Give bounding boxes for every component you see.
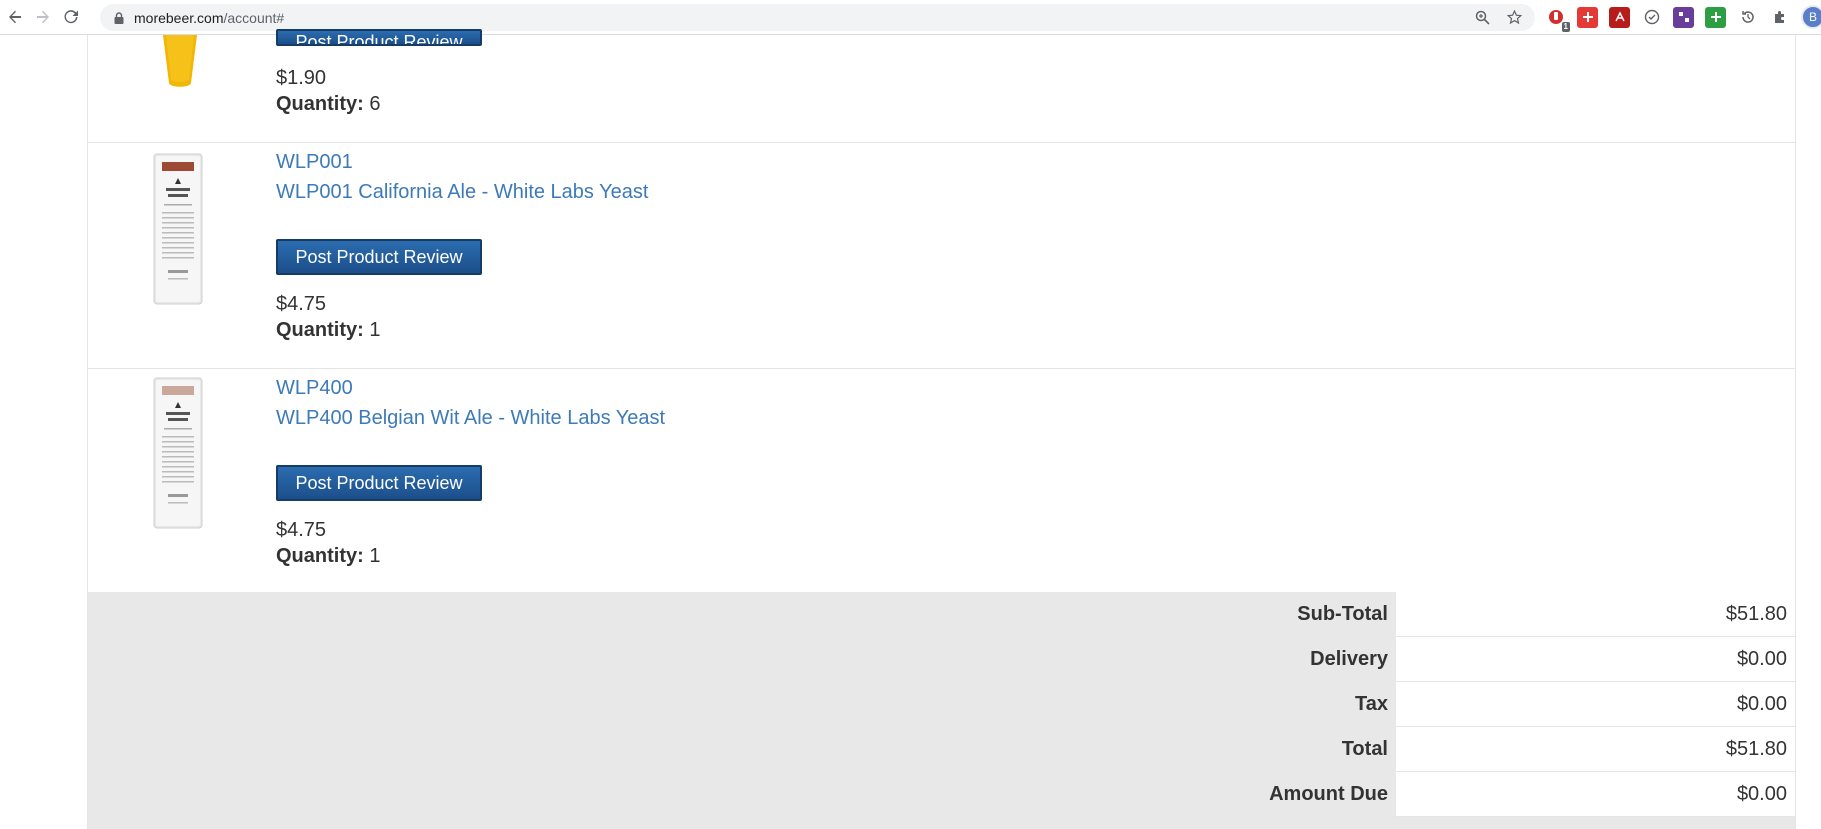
product-name-link[interactable]: WLP001 California Ale - White Labs Yeast <box>276 177 648 207</box>
post-review-button[interactable]: Post Product Review <box>276 465 482 501</box>
extension-badge: 1 <box>1561 21 1570 32</box>
url-host: morebeer.com <box>134 9 224 26</box>
delivery-label: Delivery <box>1310 648 1388 670</box>
extension-adblock-icon[interactable]: 1 <box>1545 6 1570 32</box>
item-quantity: Quantity: 1 <box>276 315 380 345</box>
extension-add-icon[interactable] <box>1705 6 1726 28</box>
total-row: Total $51.80 <box>88 727 1795 772</box>
reload-icon[interactable] <box>58 4 84 30</box>
zoom-icon[interactable] <box>1473 8 1491 26</box>
total-value: $51.80 <box>1396 727 1795 772</box>
profile-avatar[interactable]: B <box>1801 5 1821 29</box>
delivery-row: Delivery $0.00 <box>88 637 1795 682</box>
bookmark-star-icon[interactable] <box>1505 8 1523 26</box>
back-icon[interactable] <box>2 4 28 30</box>
post-review-label: Post Product Review <box>295 246 463 267</box>
tax-label: Tax <box>1355 693 1388 715</box>
lock-icon <box>112 11 126 25</box>
post-review-button[interactable]: Post Product Review <box>276 29 482 46</box>
extensions-puzzle-icon[interactable] <box>1769 6 1790 28</box>
extension-check-icon[interactable] <box>1641 6 1662 28</box>
tax-value: $0.00 <box>1396 682 1795 727</box>
extension-history-icon[interactable] <box>1737 6 1758 28</box>
tax-row: Tax $0.00 <box>88 682 1795 727</box>
extension-plus-icon[interactable] <box>1577 6 1598 28</box>
quantity-label: Quantity: <box>276 319 364 341</box>
order-item: WLP001 WLP001 California Ale - White Lab… <box>88 143 1795 369</box>
product-thumbnail[interactable] <box>163 35 197 95</box>
extension-pdf-icon[interactable] <box>1609 6 1630 28</box>
amount-due-value: $0.00 <box>1396 772 1795 817</box>
subtotal-label: Sub-Total <box>1297 603 1388 625</box>
forward-icon[interactable] <box>30 4 56 30</box>
subtotal-value: $51.80 <box>1396 592 1795 637</box>
url-text: morebeer.com/account# <box>134 10 284 26</box>
item-quantity: Quantity: 6 <box>276 89 380 119</box>
product-thumbnail[interactable] <box>150 152 206 313</box>
product-sku-link[interactable]: WLP001 <box>276 147 648 177</box>
subtotal-row: Sub-Total $51.80 <box>88 592 1795 637</box>
product-thumbnail[interactable] <box>150 376 206 537</box>
post-review-label: Post Product Review <box>295 32 463 46</box>
browser-toolbar: morebeer.com/account# 1 B <box>0 0 1821 35</box>
quantity-label: Quantity: <box>276 93 364 115</box>
order-details: Post Product Review $1.90 Quantity: 6 WL… <box>87 29 1796 829</box>
extension-grid-icon[interactable] <box>1673 6 1694 28</box>
order-item: Post Product Review $1.90 Quantity: 6 <box>88 29 1795 143</box>
amount-due-label: Amount Due <box>1269 783 1388 805</box>
quantity-value: 6 <box>369 93 381 115</box>
product-sku-link[interactable]: WLP400 <box>276 373 665 403</box>
order-item: WLP400 WLP400 Belgian Wit Ale - White La… <box>88 369 1795 592</box>
total-label: Total <box>1341 738 1388 760</box>
url-path: /account# <box>223 9 285 26</box>
post-review-button[interactable]: Post Product Review <box>276 239 482 275</box>
delivery-value: $0.00 <box>1396 637 1795 682</box>
quantity-value: 1 <box>369 545 381 567</box>
product-name-link[interactable]: WLP400 Belgian Wit Ale - White Labs Yeas… <box>276 403 665 433</box>
amount-due-row: Amount Due $0.00 <box>88 772 1795 817</box>
quantity-label: Quantity: <box>276 545 364 567</box>
order-totals: Sub-Total $51.80 Delivery $0.00 Tax $0.0… <box>88 592 1795 829</box>
address-bar[interactable]: morebeer.com/account# <box>100 4 1535 31</box>
quantity-value: 1 <box>369 319 381 341</box>
item-quantity: Quantity: 1 <box>276 541 380 571</box>
post-review-label: Post Product Review <box>295 472 463 493</box>
